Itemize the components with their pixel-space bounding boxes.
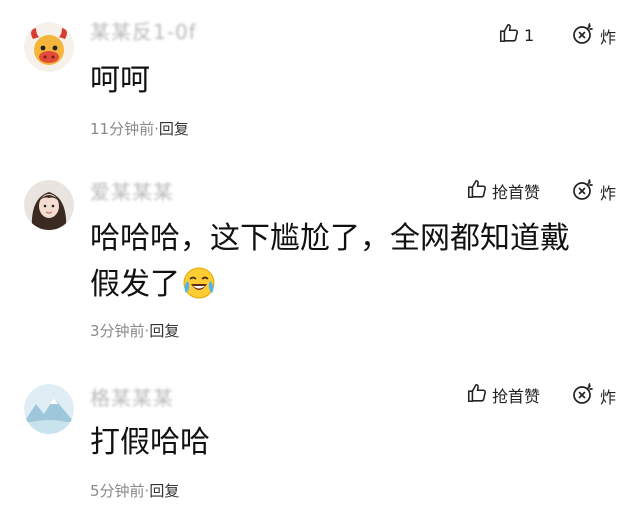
username[interactable]: 某某反1-0f xyxy=(90,16,197,45)
comment-text-line-2: 假发了 xyxy=(90,267,180,302)
laughing-crying-emoji-icon xyxy=(182,266,216,300)
reply-button[interactable]: 回复 xyxy=(149,482,179,500)
comment-text-line: 哈哈哈，这下尴尬了，全网都知道戴 xyxy=(90,221,570,256)
comment-item: 某某反1-0f 1 炸 呵呵 11分钟前·回复 xyxy=(0,0,640,150)
timestamp: 3分钟前 xyxy=(90,322,145,340)
comment-text: 打假哈哈 xyxy=(90,425,210,460)
like-label: 抢首赞 xyxy=(492,183,541,202)
like-label: 抢首赞 xyxy=(492,387,541,406)
bomb-label: 炸 xyxy=(599,184,616,203)
comment-item: 格某某某 抢首赞 炸 打假哈哈 5分钟前·回复 xyxy=(0,366,640,515)
comment-text: 哈哈哈，这下尴尬了，全网都知道戴 假发了 xyxy=(90,216,610,308)
avatar[interactable] xyxy=(24,22,74,72)
comment-meta: 11分钟前·回复 xyxy=(90,118,189,139)
like-button[interactable]: 抢首赞 xyxy=(466,178,540,204)
username[interactable]: 爱某某某 xyxy=(90,176,174,205)
bomb-button[interactable]: 炸 xyxy=(571,22,616,50)
bomb-label: 炸 xyxy=(599,388,616,407)
like-button[interactable]: 抢首赞 xyxy=(466,382,540,408)
comment-actions: 抢首赞 炸 xyxy=(380,174,640,210)
bomb-icon xyxy=(571,178,595,206)
comment-meta: 3分钟前·回复 xyxy=(90,320,179,341)
like-count: 1 xyxy=(524,25,535,45)
bomb-button[interactable]: 炸 xyxy=(571,382,616,410)
comment-actions: 1 炸 xyxy=(380,18,640,54)
bomb-icon xyxy=(571,22,595,50)
comment-meta: 5分钟前·回复 xyxy=(90,480,179,501)
thumbs-up-icon xyxy=(466,382,488,408)
avatar[interactable] xyxy=(24,180,74,230)
bomb-label: 炸 xyxy=(599,28,616,47)
like-button[interactable]: 1 xyxy=(498,22,534,48)
reply-button[interactable]: 回复 xyxy=(149,322,179,340)
thumbs-up-icon xyxy=(498,22,520,48)
timestamp: 11分钟前 xyxy=(90,120,155,138)
comment-text: 呵呵 xyxy=(90,63,150,98)
thumbs-up-icon xyxy=(466,178,488,204)
comment-text-line: 假发了 xyxy=(90,262,610,308)
bomb-icon xyxy=(571,382,595,410)
reply-button[interactable]: 回复 xyxy=(159,120,189,138)
comment-actions: 抢首赞 炸 xyxy=(380,378,640,414)
comment-item: 爱某某某 抢首赞 炸 哈哈哈，这下尴尬了，全网都知道戴 假发了 3分钟前·回复 xyxy=(0,160,640,350)
bomb-button[interactable]: 炸 xyxy=(571,178,616,206)
avatar[interactable] xyxy=(24,384,74,434)
username[interactable]: 格某某某 xyxy=(90,382,174,411)
timestamp: 5分钟前 xyxy=(90,482,145,500)
